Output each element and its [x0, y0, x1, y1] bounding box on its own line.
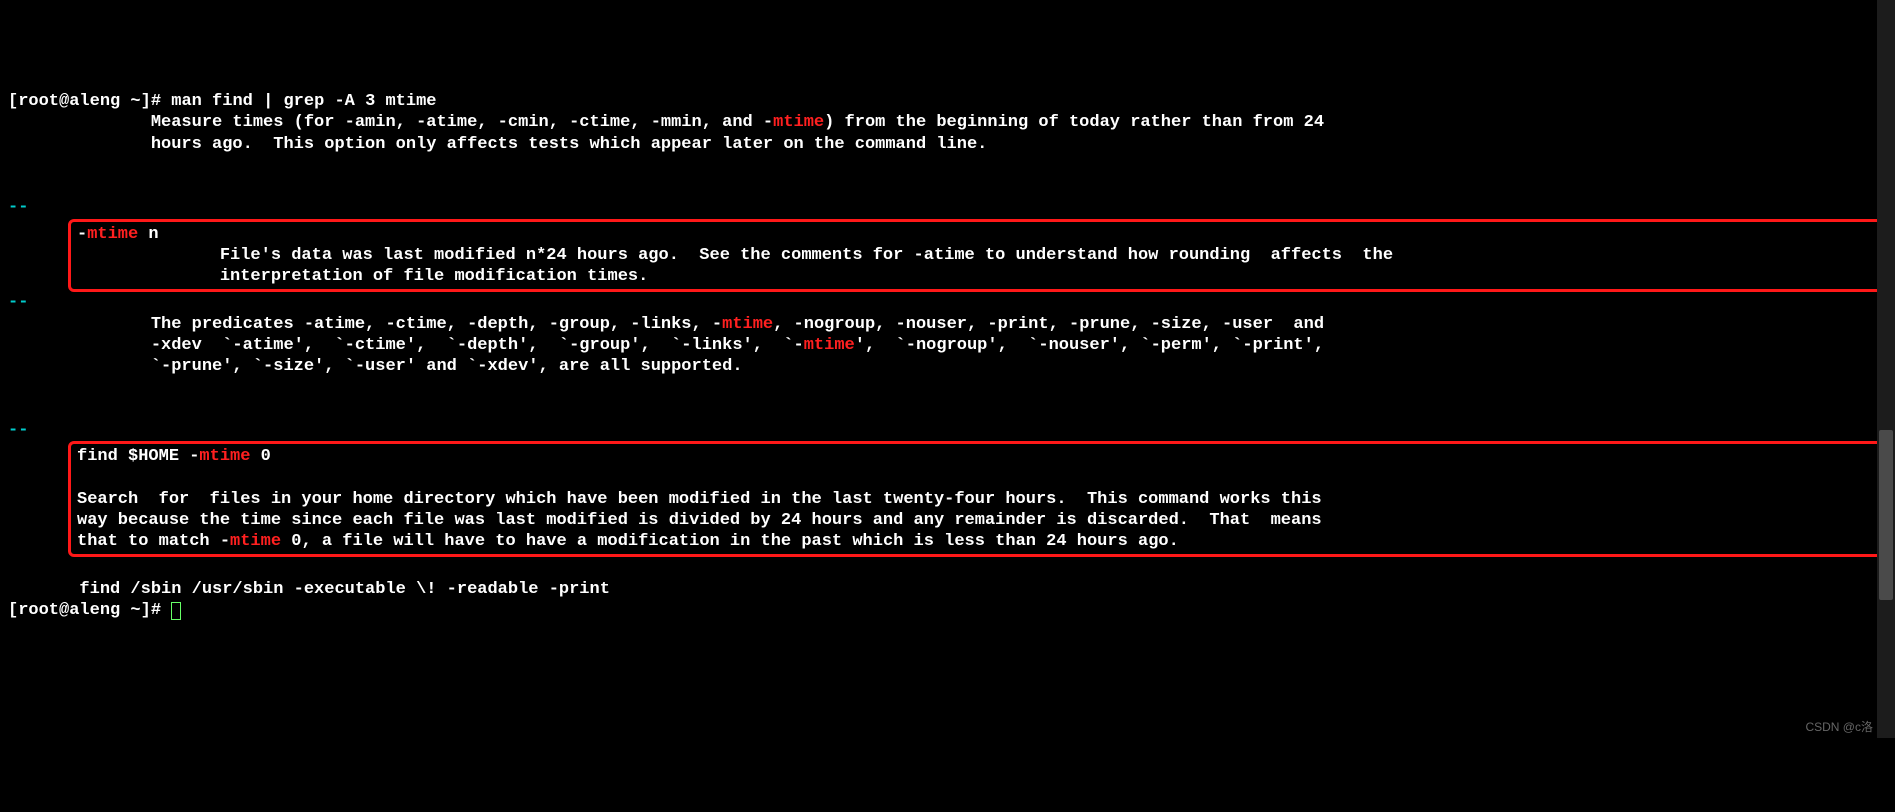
prompt-close: ]# — [141, 601, 172, 620]
highlight-mtime: mtime — [804, 336, 855, 355]
prompt-line: [root@aleng ~]# — [8, 601, 171, 620]
scrollbar-thumb[interactable] — [1879, 430, 1893, 600]
terminal-output[interactable]: [root@aleng ~]# man find | grep -A 3 mti… — [8, 91, 1887, 621]
option-head: - — [77, 225, 87, 244]
output-line: File's data was last modified n*24 hours… — [77, 246, 1393, 265]
highlight-mtime: mtime — [199, 447, 250, 466]
cursor[interactable] — [171, 602, 181, 620]
highlight-mtime: mtime — [230, 532, 281, 551]
command-text: man find | grep -A 3 mtime — [171, 92, 436, 111]
prompt-open: [ — [8, 601, 18, 620]
prompt-user-host: root@aleng — [18, 601, 120, 620]
prompt-line: [root@aleng ~]# man find | grep -A 3 mti… — [8, 92, 437, 111]
highlight-mtime: mtime — [87, 225, 138, 244]
example-head: 0 — [250, 447, 270, 466]
highlight-mtime: mtime — [722, 315, 773, 334]
output-line: 0, a file will have to have a modificati… — [281, 532, 1179, 551]
option-head: n — [138, 225, 158, 244]
highlight-box-2: find $HOME -mtime 0 Search for files in … — [68, 441, 1883, 557]
prompt-tilde: ~ — [120, 601, 140, 620]
prompt-close: ]# — [141, 92, 172, 111]
output-line: way because the time since each file was… — [77, 511, 1322, 530]
highlight-box-1: -mtime n File's data was last modified n… — [68, 219, 1883, 293]
output-line: , -nogroup, -nouser, -print, -prune, -si… — [773, 315, 1324, 334]
output-line: -xdev `-atime', `-ctime', `-depth', `-gr… — [8, 336, 804, 355]
output-line: ', `-nogroup', `-nouser', `-perm', `-pri… — [855, 336, 1324, 355]
prompt-user-host: root@aleng — [18, 92, 120, 111]
output-line: `-prune', `-size', `-user' and `-xdev', … — [8, 357, 743, 376]
output-line: Search for files in your home directory … — [77, 490, 1322, 509]
output-line: find /sbin /usr/sbin -executable \! -rea… — [8, 580, 610, 599]
output-line: ) from the beginning of today rather tha… — [824, 113, 1324, 132]
watermark: CSDN @c洛 — [1805, 720, 1873, 735]
grep-separator: -- — [8, 198, 28, 217]
example-head: find $HOME - — [77, 447, 199, 466]
output-line: Measure times (for -amin, -atime, -cmin,… — [8, 113, 773, 132]
output-line: hours ago. This option only affects test… — [8, 135, 987, 154]
grep-separator: -- — [8, 293, 28, 312]
scrollbar[interactable] — [1877, 0, 1895, 738]
prompt-tilde: ~ — [120, 92, 140, 111]
prompt-open: [ — [8, 92, 18, 111]
output-line: The predicates -atime, -ctime, -depth, -… — [8, 315, 722, 334]
output-line: that to match - — [77, 532, 230, 551]
output-line: interpretation of file modification time… — [77, 267, 648, 286]
grep-separator: -- — [8, 421, 28, 440]
highlight-mtime: mtime — [773, 113, 824, 132]
